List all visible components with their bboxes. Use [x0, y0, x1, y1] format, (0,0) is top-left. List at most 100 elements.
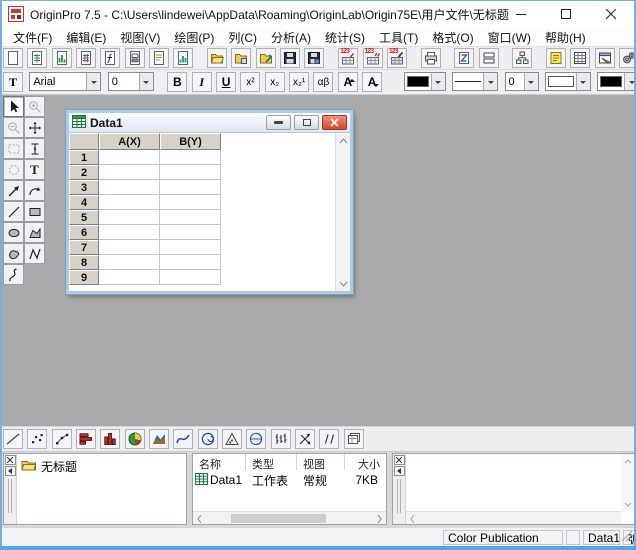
text-tool[interactable]: T	[24, 159, 45, 180]
panel-close-icon[interactable]	[394, 455, 405, 465]
worksheet-cell[interactable]	[160, 240, 221, 255]
worksheet-cell[interactable]	[160, 150, 221, 165]
menu-column[interactable]: 列(C)	[221, 28, 264, 47]
pie-chart-button[interactable]	[125, 429, 145, 449]
new-layout-button[interactable]	[125, 48, 145, 68]
chevron-down-icon[interactable]	[431, 73, 445, 90]
worksheet-minimize-button[interactable]	[266, 115, 291, 130]
new-worksheet-button[interactable]	[27, 48, 47, 68]
closed-region-tool[interactable]	[3, 243, 24, 264]
zoom-plot-button[interactable]	[319, 429, 339, 449]
scroll-down-icon[interactable]	[621, 497, 634, 512]
open-template-button[interactable]	[231, 48, 251, 68]
ternary-plot-button[interactable]	[222, 429, 242, 449]
minimize-button[interactable]	[499, 0, 544, 28]
rectangle-tool[interactable]	[24, 201, 45, 222]
menu-format[interactable]: 格式(O)	[425, 28, 480, 47]
panel-close-icon[interactable]	[5, 455, 16, 465]
chevron-down-icon[interactable]	[139, 73, 153, 90]
line-style-combo[interactable]	[452, 72, 498, 91]
project-root-item[interactable]: 无标题	[21, 458, 77, 475]
line-symbol-plot-button[interactable]	[52, 429, 72, 449]
worksheet-row-header[interactable]: 5	[69, 210, 99, 225]
text-format-icon[interactable]: T	[3, 72, 23, 92]
scroll-up-icon[interactable]	[621, 454, 634, 469]
file-list-row[interactable]: Data1 工作表 常规 7KB	[193, 471, 386, 489]
greek-button[interactable]: αβ	[313, 72, 333, 92]
worksheet-vertical-scrollbar[interactable]	[335, 133, 350, 291]
pointer-tool[interactable]	[3, 96, 24, 117]
panel-collapse-icon[interactable]	[5, 466, 16, 476]
project-explorer-button[interactable]	[512, 48, 532, 68]
spline-plot-button[interactable]	[173, 429, 193, 449]
column-header-size[interactable]: 大小	[345, 454, 386, 470]
refresh-window-button[interactable]	[454, 48, 474, 68]
worksheet-cell[interactable]	[160, 165, 221, 180]
curved-arrow-tool[interactable]	[24, 180, 45, 201]
new-function-button[interactable]	[100, 48, 120, 68]
worksheet-cell[interactable]	[99, 225, 160, 240]
maximize-button[interactable]	[544, 0, 589, 28]
decrease-font-button[interactable]: A	[362, 72, 382, 92]
increase-font-button[interactable]: A	[338, 72, 358, 92]
worksheet-row-header[interactable]: 1	[69, 150, 99, 165]
menu-view[interactable]: 视图(V)	[113, 28, 167, 47]
scatter-plot-button[interactable]	[27, 429, 47, 449]
scroll-down-icon[interactable]	[336, 276, 350, 291]
scrollbar-thumb[interactable]	[231, 514, 326, 523]
chevron-down-icon[interactable]	[524, 73, 538, 90]
polar-plot-button[interactable]	[198, 429, 218, 449]
polyline-tool[interactable]	[24, 243, 45, 264]
menu-window[interactable]: 窗口(W)	[481, 28, 538, 47]
worksheet-row-header[interactable]: 4	[69, 195, 99, 210]
worksheet-view-button[interactable]	[570, 48, 590, 68]
worksheet-row-header[interactable]: 6	[69, 225, 99, 240]
worksheet-window-titlebar[interactable]: Data1	[69, 113, 350, 133]
line-tool[interactable]	[3, 201, 24, 222]
menu-edit[interactable]: 编辑(E)	[59, 28, 113, 47]
worksheet-cell[interactable]	[160, 210, 221, 225]
worksheet-close-button[interactable]	[322, 115, 347, 130]
import-ascii-button[interactable]: 123	[338, 48, 358, 68]
worksheet-row-header[interactable]: 3	[69, 180, 99, 195]
worksheet-cell[interactable]	[160, 270, 221, 285]
chevron-down-icon[interactable]	[576, 73, 590, 90]
results-log-horizontal-scrollbar[interactable]	[406, 511, 621, 524]
worksheet-maximize-button[interactable]	[294, 115, 319, 130]
worksheet-cell[interactable]	[99, 180, 160, 195]
worksheet-cell[interactable]	[160, 195, 221, 210]
worksheet-corner-cell[interactable]	[69, 133, 99, 150]
chevron-down-icon[interactable]	[86, 73, 100, 90]
subscript-button[interactable]: x₂	[265, 72, 285, 92]
import-multiple-ascii-button[interactable]: 123	[363, 48, 383, 68]
menu-help[interactable]: 帮助(H)	[538, 28, 593, 47]
panel-collapse-icon[interactable]	[394, 466, 405, 476]
bar-plot-button[interactable]	[76, 429, 96, 449]
worksheet-cell[interactable]	[99, 150, 160, 165]
open-button[interactable]	[207, 48, 227, 68]
freehand-tool[interactable]	[3, 264, 24, 285]
new-excel-button[interactable]	[173, 48, 193, 68]
chevron-down-icon[interactable]	[624, 73, 634, 90]
save-template-button[interactable]	[304, 48, 324, 68]
code-builder-button[interactable]	[619, 48, 634, 68]
data-reader-tool[interactable]	[24, 138, 45, 159]
worksheet-cell[interactable]	[160, 225, 221, 240]
worksheet-column-header-1[interactable]: B(Y)	[160, 133, 221, 150]
new-project-button[interactable]	[3, 48, 23, 68]
arrow-tool[interactable]	[3, 180, 24, 201]
underline-button[interactable]: U	[216, 72, 236, 92]
zoom-in-tool[interactable]	[24, 96, 45, 117]
font-name-combo[interactable]: Arial	[29, 72, 101, 91]
column-header-type[interactable]: 类型	[246, 454, 297, 470]
print-button[interactable]	[421, 48, 441, 68]
menu-tools[interactable]: 工具(T)	[372, 28, 425, 47]
data-selector-tool[interactable]	[3, 138, 24, 159]
bold-button[interactable]: B	[167, 72, 187, 92]
menu-plot[interactable]: 绘图(P)	[167, 28, 221, 47]
worksheet-row-header[interactable]: 8	[69, 255, 99, 270]
worksheet-cell[interactable]	[99, 270, 160, 285]
screen-reader-tool[interactable]	[24, 117, 45, 138]
panel-gripper[interactable]	[397, 479, 401, 513]
subsuperscript-button[interactable]: x₂¹	[289, 72, 309, 92]
